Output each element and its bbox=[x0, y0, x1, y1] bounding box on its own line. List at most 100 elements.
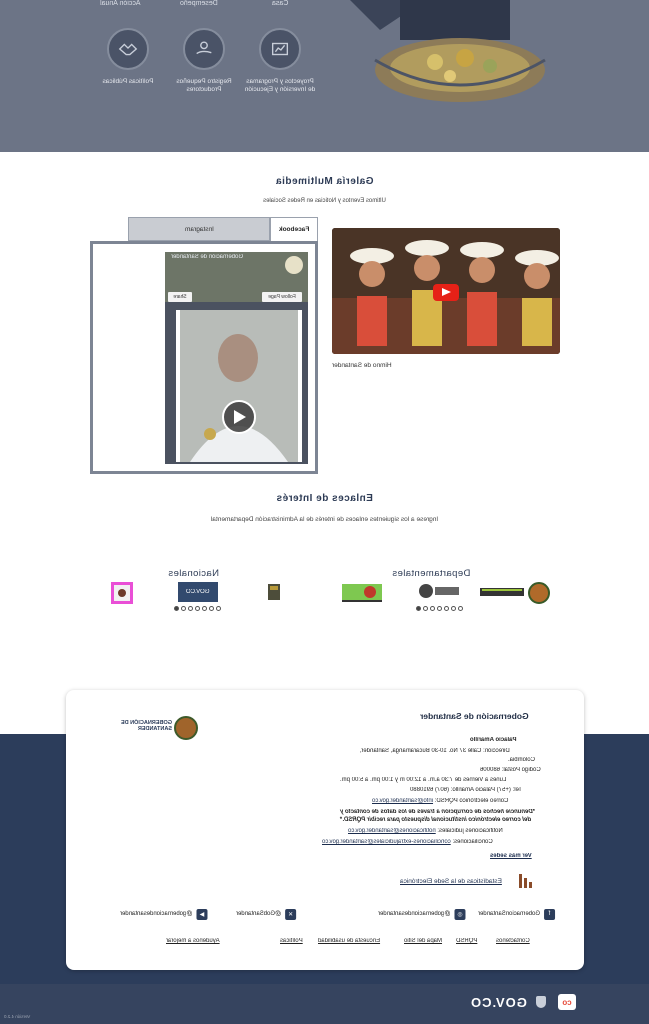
links-subtitle: Ingrese a los siguientes enlaces de inte… bbox=[210, 516, 439, 523]
card-label[interactable]: Proyectos y Programas de Inversión y Eje… bbox=[244, 78, 316, 94]
partner-logo[interactable] bbox=[480, 582, 524, 602]
govco-text[interactable]: GOV.CO bbox=[470, 995, 527, 1010]
judicial-label: Notificaciones judiciales: bbox=[435, 828, 503, 834]
social-handle: GobernacionSantander bbox=[478, 911, 541, 917]
footer-seal-logo[interactable] bbox=[174, 716, 198, 740]
carousel-dot[interactable] bbox=[444, 606, 449, 611]
govco-logo-mark[interactable]: co bbox=[558, 994, 576, 1010]
carousel-dot[interactable] bbox=[216, 606, 221, 611]
social-handle: @GobSantander bbox=[236, 911, 282, 917]
footer-link-mapa[interactable]: Mapa del Sitio bbox=[404, 938, 442, 944]
social-handle: @gobernaciondesantander bbox=[378, 911, 451, 917]
stats-chart-icon bbox=[518, 870, 534, 888]
concil-label: Conciliaciones: bbox=[450, 839, 493, 845]
links-title: Enlaces de Interés bbox=[276, 493, 373, 504]
partner-logo[interactable] bbox=[342, 582, 382, 604]
departamentales-title: Departamentales bbox=[392, 568, 471, 579]
fb-follow-button[interactable]: Follow Page bbox=[262, 292, 302, 302]
footer-concil-line: Conciliaciones: conciliaciones-extrajudi… bbox=[322, 838, 493, 846]
youtube-icon: ▶ bbox=[196, 908, 208, 920]
footer-judicial-line: Notificaciones judiciales: notificacione… bbox=[348, 827, 503, 835]
tab-label: Facebook bbox=[278, 226, 310, 233]
instagram-icon: ◎ bbox=[454, 908, 466, 920]
footer-logo-text: GOBERNACIÓN DE SANTANDER bbox=[120, 720, 172, 732]
footer-phone: Tel: (+57) Palacio Amarillo: (607) 69108… bbox=[410, 787, 522, 793]
social-handle: @gobernaciondesantander bbox=[120, 911, 193, 917]
social-instagram[interactable]: ◎ @gobernaciondesantander bbox=[378, 908, 466, 920]
folder-chart-icon[interactable] bbox=[259, 28, 301, 70]
hero-banner: Acción Anual Desempeño Casa Proyectos y … bbox=[0, 0, 649, 152]
footer-postal: Código Postal: 680006 bbox=[480, 767, 541, 773]
facebook-post-photo[interactable] bbox=[176, 310, 302, 462]
email-label: Correo electrónico PQRSD: bbox=[433, 798, 509, 804]
judicial-link[interactable]: notificaciones@santander.gov.co bbox=[348, 828, 436, 834]
card-label[interactable]: Políticas Públicas bbox=[92, 78, 164, 86]
see-more-link[interactable]: Ver más sedes bbox=[490, 852, 532, 860]
social-youtube[interactable]: ▶ @gobernaciondesantander bbox=[120, 908, 208, 920]
partner-logo[interactable] bbox=[111, 582, 133, 604]
card-label[interactable]: Registro Pequeños Productores bbox=[168, 78, 240, 94]
gallery-subtitle: Últimos Eventos y Noticias en Redes Soci… bbox=[263, 198, 386, 204]
carousel-dot[interactable] bbox=[174, 606, 179, 611]
footer-link-ayudenos[interactable]: Ayúdenos a mejorar bbox=[166, 938, 220, 944]
footer-address: Dirección: Calle 37 No. 10-30 Bucaramang… bbox=[360, 748, 510, 754]
social-facebook[interactable]: f GobernacionSantander bbox=[478, 908, 556, 920]
carousel-dot[interactable] bbox=[430, 606, 435, 611]
santander-seal-logo[interactable] bbox=[528, 582, 550, 604]
footer-link-encuesta[interactable]: Encuesta de usabilidad bbox=[318, 938, 380, 944]
hero-caption: Desempeño bbox=[180, 0, 218, 7]
footer-hours: Lunes a Viernes de 7:30 a.m. a 12:00 m y… bbox=[340, 777, 507, 783]
carousel-dot[interactable] bbox=[451, 606, 456, 611]
fb-avatar bbox=[285, 256, 303, 274]
govco-logo-text: GOV.CO bbox=[186, 589, 210, 595]
govco-bar bbox=[0, 984, 649, 1024]
footer-country: Colombia. bbox=[508, 757, 536, 763]
carousel-dot[interactable] bbox=[423, 606, 428, 611]
footer-org-name: Gobernación de Santander bbox=[420, 711, 529, 721]
carousel-dot[interactable] bbox=[181, 606, 186, 611]
carousel-dot[interactable] bbox=[202, 606, 207, 611]
video-caption: Himno de Santander bbox=[332, 362, 392, 369]
handshake-icon[interactable] bbox=[107, 28, 149, 70]
carousel-dots-departamentales[interactable] bbox=[416, 606, 463, 612]
nacionales-title: Nacionales bbox=[168, 568, 219, 579]
hero-caption: Acción Anual bbox=[100, 0, 141, 7]
shield-icon bbox=[536, 996, 546, 1008]
stats-link[interactable]: Estadísticas de la Sede Electrónica bbox=[400, 878, 502, 886]
social-twitter[interactable]: ✕ @GobSantander bbox=[236, 908, 297, 920]
carousel-dot[interactable] bbox=[437, 606, 442, 611]
fb-page-name[interactable]: Gobernación de Santander bbox=[171, 254, 301, 260]
footer-link-pqrsd[interactable]: PQRSD bbox=[456, 938, 477, 944]
hand-coins-icon[interactable] bbox=[183, 28, 225, 70]
tab-instagram[interactable]: Instagram bbox=[128, 217, 270, 241]
tab-label: Instagram bbox=[184, 225, 214, 233]
youtube-play-icon[interactable] bbox=[433, 284, 459, 301]
version-text: Versión 4.2.0 bbox=[4, 1014, 31, 1019]
carousel-dot[interactable] bbox=[209, 606, 214, 611]
email-link[interactable]: info@santander.gov.co bbox=[372, 798, 433, 804]
carousel-dot[interactable] bbox=[195, 606, 200, 611]
footer-link-contactenos[interactable]: Contáctenos bbox=[496, 938, 530, 944]
gallery-title: Galería Multimedia bbox=[275, 176, 374, 187]
concil-link[interactable]: conciliaciones-extrajudiciales@santander… bbox=[322, 839, 451, 845]
carousel-dot[interactable] bbox=[416, 606, 421, 611]
partner-logo[interactable] bbox=[417, 582, 461, 600]
post-image bbox=[180, 310, 298, 462]
footer-note: *Denuncie hechos de corrupción a través … bbox=[340, 809, 536, 823]
twitter-icon: ✕ bbox=[285, 908, 297, 920]
play-icon[interactable] bbox=[222, 400, 256, 434]
footer-card bbox=[66, 690, 584, 970]
carousel-dot[interactable] bbox=[188, 606, 193, 611]
facebook-icon: f bbox=[544, 908, 556, 920]
fb-share-button[interactable]: Share bbox=[168, 292, 192, 302]
footer-link-politicas[interactable]: Políticas bbox=[280, 938, 303, 944]
partner-logo[interactable] bbox=[264, 582, 284, 602]
carousel-dot[interactable] bbox=[458, 606, 463, 611]
governor-photo bbox=[350, 0, 546, 102]
hero-caption: Casa bbox=[272, 0, 289, 7]
footer-email-line: Correo electrónico PQRSD: info@santander… bbox=[372, 797, 508, 805]
footer-palace: Palacio Amarillo bbox=[470, 737, 517, 743]
tab-facebook[interactable]: Facebook bbox=[270, 217, 318, 241]
carousel-dots-nacionales[interactable] bbox=[174, 606, 221, 612]
govco-logo[interactable]: GOV.CO bbox=[178, 582, 218, 602]
